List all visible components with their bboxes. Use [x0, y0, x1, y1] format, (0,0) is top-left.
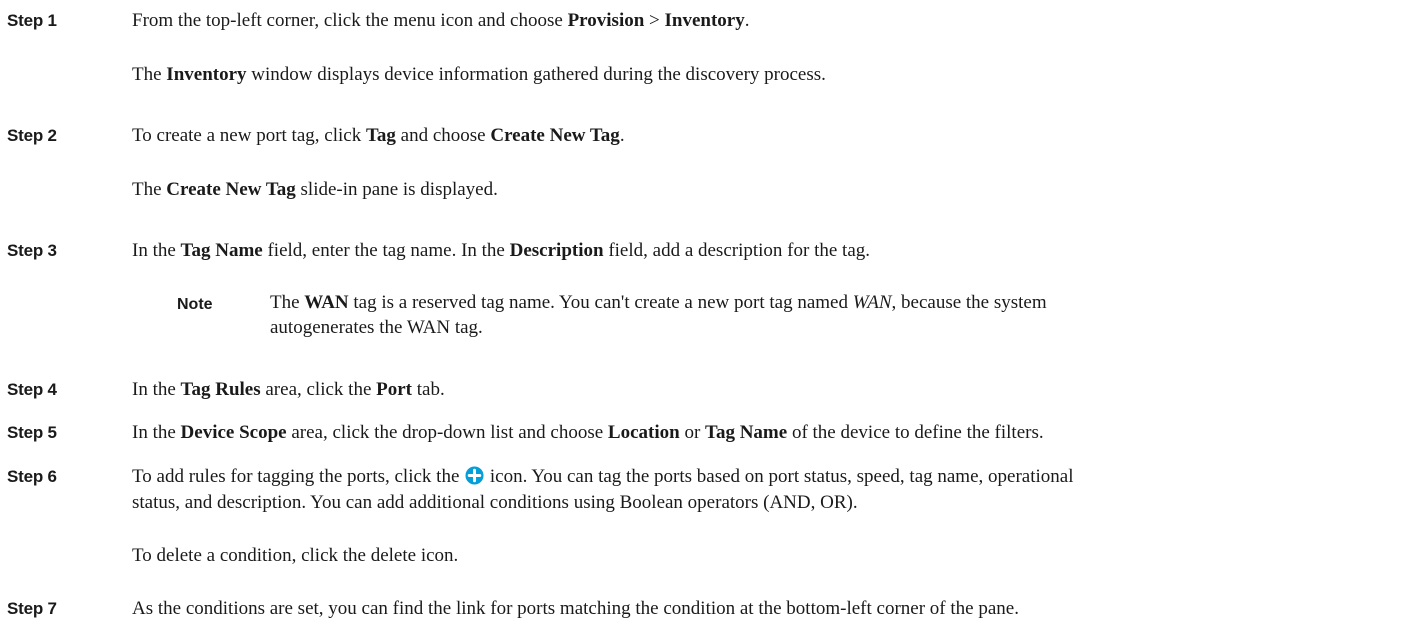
step-4-text: In the Tag Rules area, click the Port ta… [132, 377, 1422, 403]
plus-circle-icon [465, 466, 484, 485]
text-run: In the [132, 379, 181, 400]
text-run: . [744, 10, 750, 31]
text-run: icon. You can tag the ports based on por… [485, 466, 1074, 487]
text-run: area, click the drop-down list and choos… [286, 422, 608, 443]
step-5-label: Step 5 [7, 423, 57, 442]
ui-term: Location [607, 422, 680, 443]
text-run: of the device to define the filters. [787, 422, 1044, 443]
note-text-line-2: autogenerates the WAN tag. [270, 315, 1370, 341]
ui-term: Description [509, 240, 604, 261]
text-run: field, enter the tag name. In the [262, 240, 510, 261]
text-run: To add rules for tagging the ports, clic… [132, 466, 465, 487]
text-run: autogenerates the WAN tag. [270, 317, 483, 338]
ui-term: Tag [365, 125, 396, 146]
step-1-result: The Inventory window displays device inf… [132, 62, 1422, 88]
step-7-text: As the conditions are set, you can find … [132, 596, 1422, 622]
step-2-label: Step 2 [7, 126, 57, 145]
text-run: window displays device information gathe… [246, 64, 826, 85]
step-7-label: Step 7 [7, 599, 57, 618]
emphasis-text: WAN [852, 292, 892, 313]
text-run: > [644, 10, 665, 31]
text-run: The [132, 179, 167, 200]
text-run: To delete a condition, click the delete … [132, 545, 459, 566]
text-run: field, add a description for the tag. [603, 240, 870, 261]
step-6-result: To delete a condition, click the delete … [132, 543, 1422, 569]
step-1-text: From the top-left corner, click the menu… [132, 8, 1422, 34]
ui-term: Tag Name [705, 422, 788, 443]
step-3-text: In the Tag Name field, enter the tag nam… [132, 238, 1422, 264]
text-run: The [132, 64, 167, 85]
ui-term: Provision [567, 10, 645, 31]
ui-term: Inventory [664, 10, 745, 31]
text-run: area, click the [260, 379, 377, 400]
ui-term: Create New Tag [166, 179, 296, 200]
text-run: , because the system [891, 292, 1047, 313]
text-run: status, and description. You can add add… [132, 492, 858, 513]
ui-term: Inventory [166, 64, 247, 85]
ui-term: Create New Tag [490, 125, 620, 146]
step-3-label: Step 3 [7, 241, 57, 260]
text-run: As the conditions are set, you can find … [132, 598, 1019, 619]
step-2-result: The Create New Tag slide-in pane is disp… [132, 177, 1422, 203]
text-run: slide-in pane is displayed. [295, 179, 498, 200]
text-run: . [619, 125, 625, 146]
step-1-label: Step 1 [7, 11, 57, 30]
text-run: The [270, 292, 305, 313]
note-text-line-1: The WAN tag is a reserved tag name. You … [270, 290, 1370, 316]
note-label: Note [177, 296, 213, 313]
step-6-text-line-2: status, and description. You can add add… [132, 490, 1422, 516]
text-run: tab. [412, 379, 445, 400]
step-4-label: Step 4 [7, 380, 57, 399]
text-run: In the [132, 240, 181, 261]
step-5-text: In the Device Scope area, click the drop… [132, 420, 1422, 446]
text-run: and choose [395, 125, 491, 146]
ui-term: WAN [304, 292, 349, 313]
ui-term: Tag Rules [180, 379, 261, 400]
text-run: From the top-left corner, click the menu… [132, 10, 568, 31]
step-2-text: To create a new port tag, click Tag and … [132, 123, 1422, 149]
step-6-text: To add rules for tagging the ports, clic… [132, 464, 1422, 490]
ui-term: Device Scope [180, 422, 287, 443]
text-run: To create a new port tag, click [132, 125, 366, 146]
text-run: In the [132, 422, 181, 443]
text-run: tag is a reserved tag name. You can't cr… [348, 292, 853, 313]
ui-term: Tag Name [180, 240, 263, 261]
text-run: or [679, 422, 706, 443]
ui-term: Port [376, 379, 413, 400]
step-6-label: Step 6 [7, 467, 57, 486]
